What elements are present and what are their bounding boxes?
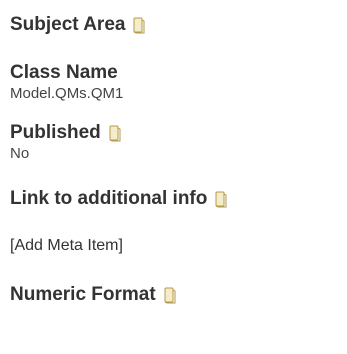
numeric-format-label: Numeric Format <box>10 284 156 305</box>
properties-panel: Subject Area Class Name Model.QMs.QM1 Pu… <box>0 0 347 354</box>
note-icon[interactable] <box>215 191 227 208</box>
published-label: Published <box>10 122 101 143</box>
subject-area-label: Subject Area <box>10 14 126 35</box>
published-value: No <box>10 145 30 162</box>
link-info-row: Link to additional info <box>10 188 227 210</box>
numeric-format-row: Numeric Format <box>10 284 176 306</box>
class-name-value: Model.QMs.QM1 <box>10 85 124 102</box>
note-icon[interactable] <box>109 125 121 142</box>
note-icon[interactable] <box>133 17 145 34</box>
subject-area-row: Subject Area <box>10 14 145 36</box>
class-name-label: Class Name <box>10 62 118 83</box>
link-info-label: Link to additional info <box>10 188 208 209</box>
add-meta-item-link[interactable]: [Add Meta Item] <box>10 236 123 256</box>
published-row: Published <box>10 122 121 144</box>
note-icon[interactable] <box>164 287 176 304</box>
